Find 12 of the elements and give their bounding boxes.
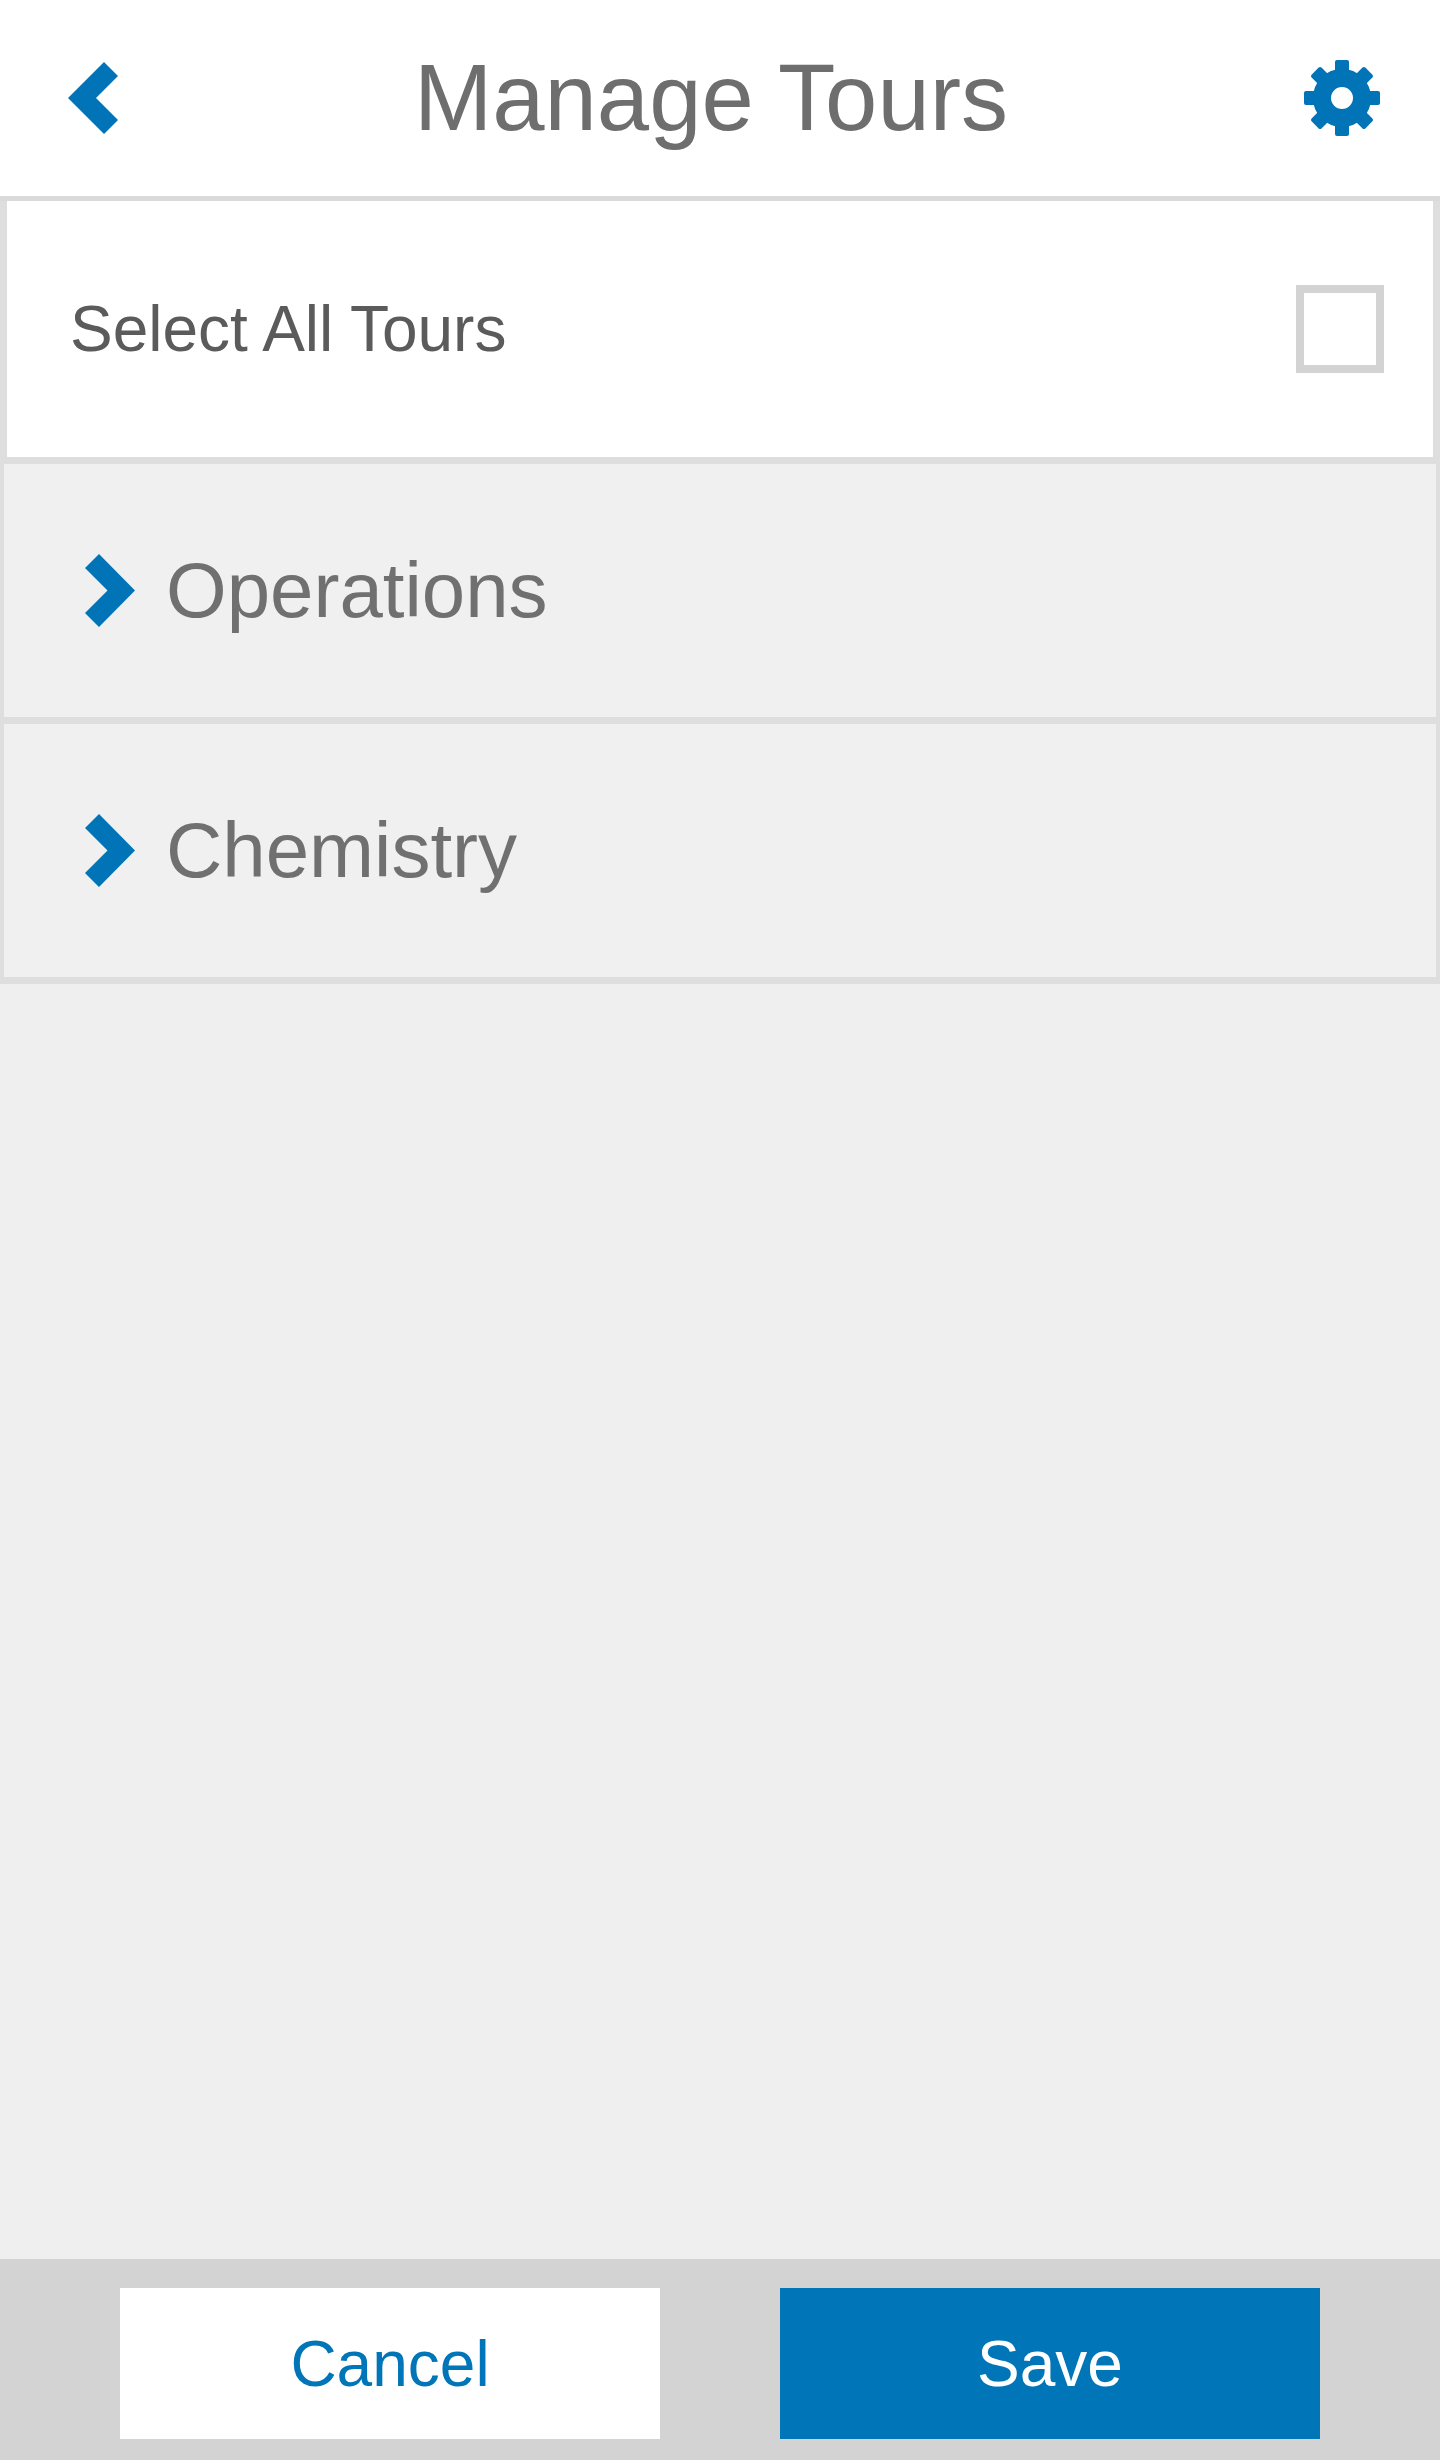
tour-group-row[interactable]: Chemistry: [0, 724, 1440, 984]
settings-button[interactable]: [1304, 60, 1380, 136]
select-all-checkbox[interactable]: [1296, 285, 1384, 373]
tour-group-row[interactable]: Operations: [0, 464, 1440, 724]
select-all-row[interactable]: Select All Tours: [0, 201, 1440, 464]
page-title: Manage Tours: [414, 43, 1008, 152]
back-button[interactable]: [68, 62, 118, 134]
save-button[interactable]: Save: [780, 2288, 1320, 2439]
back-chevron-icon: [68, 62, 118, 134]
cancel-button[interactable]: Cancel: [120, 2288, 660, 2439]
select-all-label: Select All Tours: [70, 291, 507, 367]
settings-icon: [1304, 60, 1380, 136]
